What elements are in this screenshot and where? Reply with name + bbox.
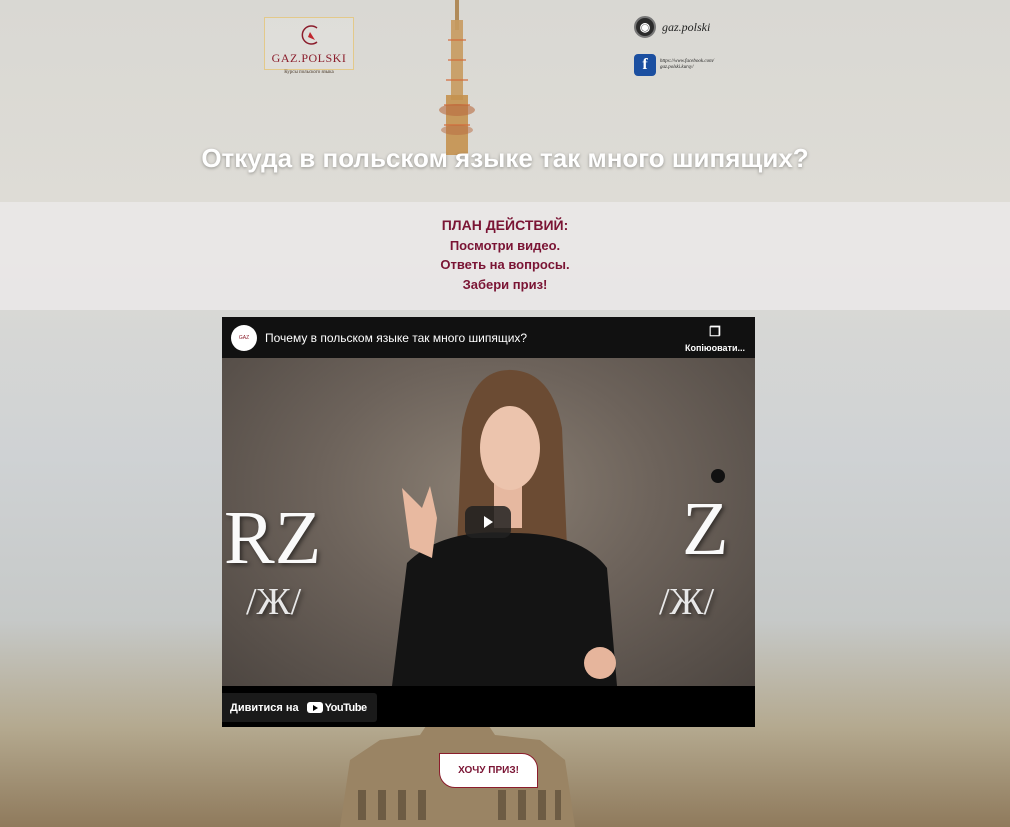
brand-logo[interactable]: GAZ.POLSKI bbox=[264, 17, 354, 70]
play-button[interactable] bbox=[465, 506, 511, 538]
plan-step-3: Забери приз! bbox=[462, 276, 548, 292]
instagram-icon: ◉ bbox=[634, 16, 656, 38]
page-title: Откуда в польском языке так много шипящи… bbox=[201, 143, 809, 173]
watch-on-label: Дивитися на bbox=[230, 701, 299, 714]
overlay-zh-right: /Ж/ bbox=[659, 581, 715, 623]
youtube-label: YouTube bbox=[324, 701, 367, 714]
overlay-rz: RZ bbox=[224, 496, 322, 580]
instagram-link[interactable]: ◉ gaz.polski bbox=[634, 16, 710, 38]
video-title[interactable]: Почему в польском языке так много шипящи… bbox=[265, 331, 527, 345]
facebook-link[interactable]: f https://www.facebook.com/ gaz.polski.k… bbox=[634, 54, 720, 76]
facebook-icon: f bbox=[634, 54, 656, 76]
plan-title: ПЛАН ДЕЙСТВИЙ: bbox=[441, 217, 569, 233]
plan-step-1: Посмотри видео. bbox=[449, 237, 561, 253]
instagram-label: gaz.polski bbox=[662, 19, 711, 34]
video-footer: Дивитися на YouTube bbox=[222, 686, 755, 727]
youtube-logo: YouTube bbox=[306, 701, 367, 714]
overlay-dot bbox=[711, 469, 725, 483]
logo-brand-text: GAZ.POLSKI bbox=[271, 51, 347, 65]
play-icon bbox=[484, 516, 493, 528]
overlay-z: Z bbox=[682, 487, 729, 571]
action-plan-panel: ПЛАН ДЕЙСТВИЙ: Посмотри видео. Ответь на… bbox=[0, 202, 1010, 310]
youtube-icon bbox=[306, 702, 323, 713]
youtube-video-embed[interactable]: GAZ Почему в польском языке так много ши… bbox=[222, 317, 755, 727]
logo-mark-icon bbox=[301, 25, 318, 45]
video-header: GAZ Почему в польском языке так много ши… bbox=[222, 317, 755, 358]
copy-link-label: Копіюовати... bbox=[685, 343, 745, 353]
overlay-zh-left: /Ж/ bbox=[246, 581, 302, 623]
plan-step-2: Ответь на вопросы. bbox=[440, 257, 570, 272]
copy-link-button[interactable]: ❐ Копіюовати... bbox=[685, 324, 745, 354]
copy-icon: ❐ bbox=[709, 324, 721, 339]
watch-on-youtube-button[interactable]: Дивитися на YouTube bbox=[222, 693, 377, 722]
video-thumbnail[interactable]: RZ /Ж/ Z /Ж/ bbox=[222, 358, 755, 686]
facebook-label: https://www.facebook.com/ gaz.polski.kur… bbox=[660, 59, 715, 70]
logo-subtitle: Курсы польского языка bbox=[284, 70, 334, 75]
want-prize-button[interactable]: ХОЧУ ПРИЗ! bbox=[439, 753, 538, 788]
channel-avatar[interactable]: GAZ bbox=[231, 324, 257, 351]
